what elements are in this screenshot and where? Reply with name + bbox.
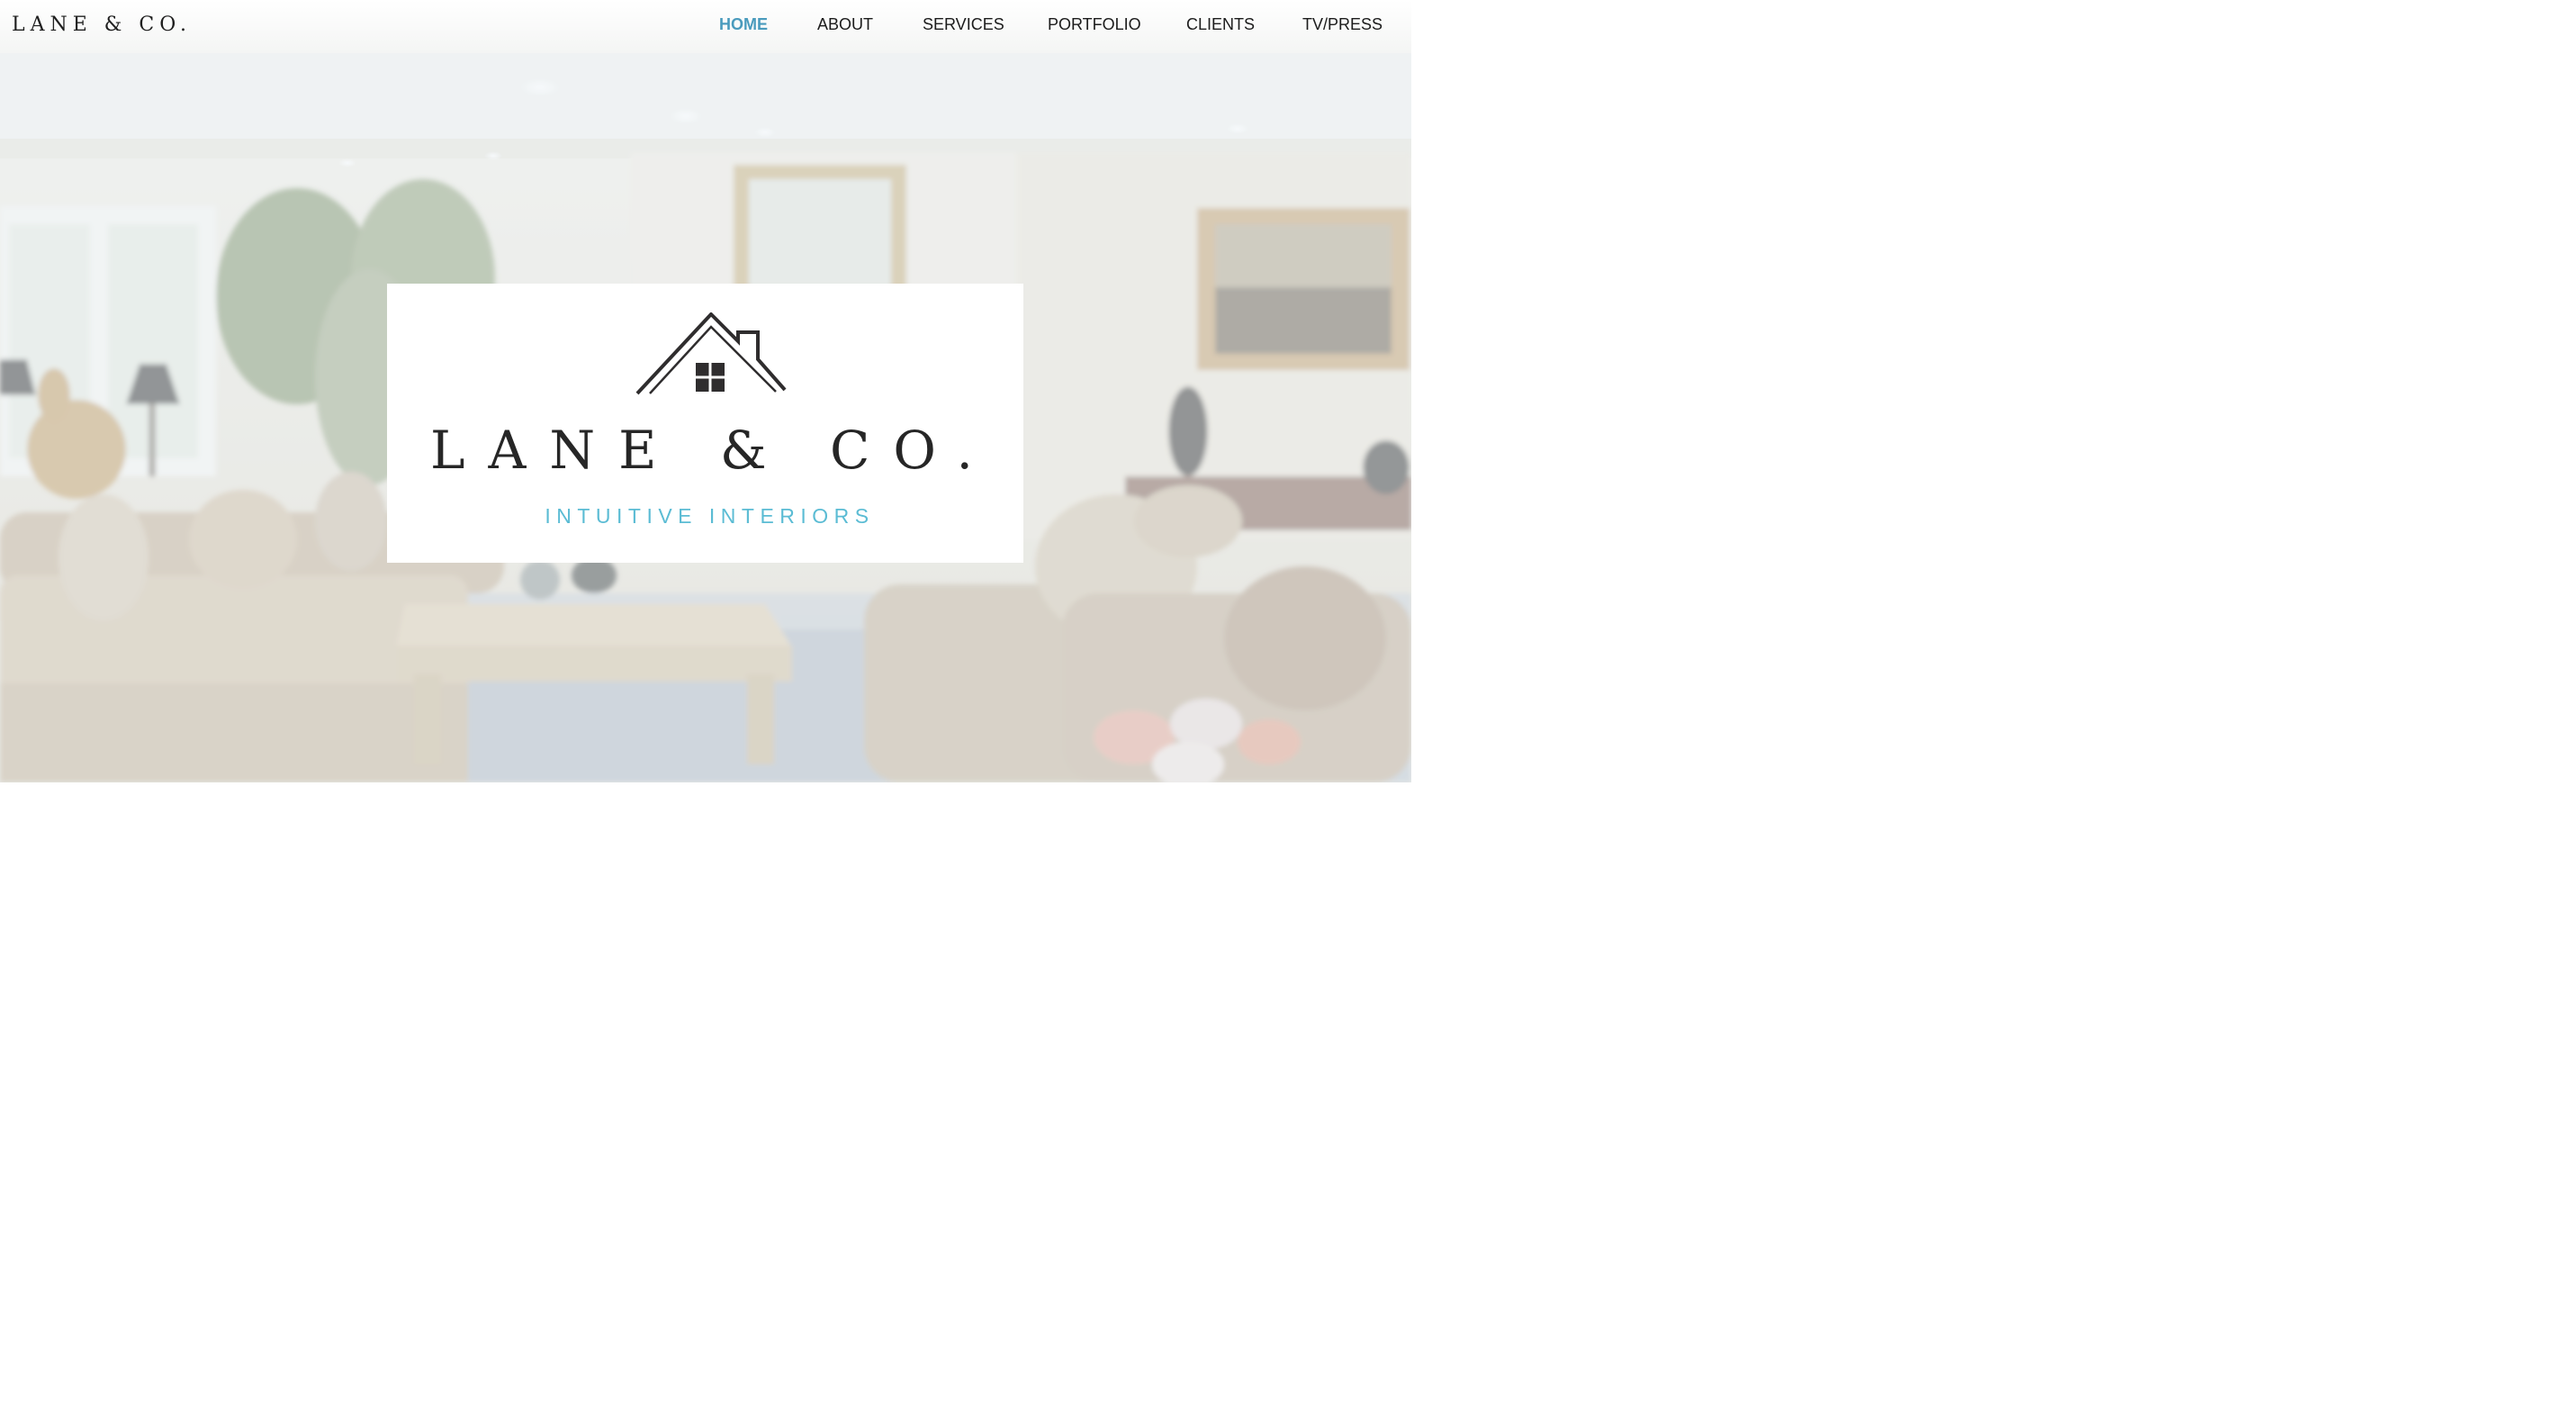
- nav-portfolio[interactable]: PORTFOLIO: [1048, 14, 1141, 34]
- house-roof-icon: [635, 312, 787, 395]
- logo-tagline: INTUITIVE INTERIORS: [545, 504, 875, 528]
- nav-services[interactable]: SERVICES: [923, 14, 1004, 34]
- page: LANE & CO. HOME ABOUT SERVICES PORTFOLIO…: [0, 0, 1411, 782]
- site-title[interactable]: LANE & CO.: [12, 13, 192, 38]
- nav-clients[interactable]: CLIENTS: [1186, 14, 1255, 34]
- nav-about[interactable]: ABOUT: [817, 14, 873, 34]
- site-header: LANE & CO. HOME ABOUT SERVICES PORTFOLIO…: [0, 0, 1411, 53]
- logo-card: LANE & CO. INTUITIVE INTERIORS: [387, 284, 1023, 563]
- nav-home[interactable]: HOME: [719, 14, 768, 34]
- nav-tv-press[interactable]: TV/PRESS: [1302, 14, 1383, 34]
- logo-name: LANE & CO.: [430, 420, 996, 481]
